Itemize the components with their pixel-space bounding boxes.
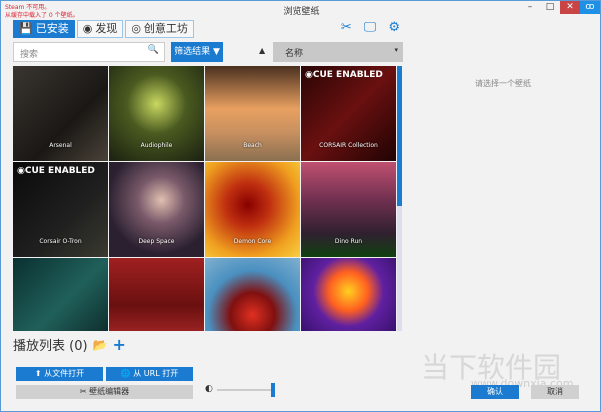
cue-enabled-logo: ◉CUE ENABLED — [17, 166, 95, 176]
preview-placeholder: 请选择一个壁纸 — [475, 79, 531, 88]
chevron-down-icon: ▾ — [394, 46, 398, 54]
wallpaper-tile[interactable] — [205, 258, 300, 331]
cancel-button[interactable]: 取消 — [531, 385, 579, 399]
wallpaper-editor-button[interactable]: ✂ 壁纸编辑器 — [16, 385, 193, 399]
slider-thumb[interactable] — [271, 383, 275, 397]
wallpaper-name: Demon Core — [233, 238, 272, 245]
open-from-url-button[interactable]: 🌐 从 URL 打开 — [106, 367, 193, 381]
wallpaper-tile[interactable]: Dino Run — [301, 162, 396, 257]
open-from-file-button[interactable]: ⬆ 从文件打开 — [16, 367, 103, 381]
window-title: 浏览壁纸 — [283, 7, 320, 17]
wallpaper-tile[interactable]: Demon Core — [205, 162, 300, 257]
wallpaper-tile[interactable]: Audiophile — [109, 66, 204, 161]
wallpaper-name: Beach — [243, 142, 262, 149]
wallpaper-tile[interactable]: Arsenal — [13, 66, 108, 161]
tab-workshop[interactable]: ◎ 创意工坊 — [125, 20, 194, 38]
add-icon[interactable]: + — [113, 335, 126, 354]
toolbar-icons: ✂ 🖵 ⚙ — [341, 20, 400, 35]
discover-icon: ◉ — [82, 22, 93, 35]
tab-label: 发现 — [95, 22, 118, 35]
wallpaper-tile[interactable]: Deep Space — [109, 162, 204, 257]
search-placeholder: 搜索 — [20, 50, 39, 60]
playlist-header: 播放列表 (0) 📂 + — [13, 335, 126, 354]
search-input[interactable]: 搜索 🔍 — [13, 42, 165, 62]
wallpaper-name: Deep Space — [138, 238, 175, 245]
scrollbar-thumb[interactable] — [397, 66, 402, 206]
grid-scrollbar[interactable] — [397, 66, 402, 331]
wallpaper-tile[interactable]: ◉CUE ENABLED Corsair O-Tron — [13, 162, 108, 257]
tab-label: 创意工坊 — [143, 22, 188, 35]
wallpaper-tile[interactable]: Beach — [205, 66, 300, 161]
close-button[interactable]: ✕ — [560, 1, 580, 14]
browse-wallpaper-window: Steam 不可用。 从缓存中载入了 0 个壁纸。 浏览壁纸 – □ ✕ ꝏ 💾… — [0, 0, 601, 412]
wallpaper-tile[interactable] — [109, 258, 204, 331]
steam-icon: ◎ — [131, 22, 141, 35]
save-icon: 💾 — [19, 22, 33, 35]
wallpaper-name: Corsair O-Tron — [39, 238, 82, 245]
folder-open-icon[interactable]: 📂 — [93, 338, 108, 352]
wallpaper-grid: Arsenal Audiophile Beach ◉CUE ENABLED CORSAI… — [13, 66, 396, 331]
tab-bar: 💾 已安装 ◉ 发现 ◎ 创意工坊 — [13, 20, 194, 38]
sort-value: 名称 — [285, 49, 304, 59]
gear-icon[interactable]: ⚙ — [388, 20, 400, 35]
wallpaper-tile[interactable] — [13, 258, 108, 331]
wallpaper-name: Arsenal — [49, 142, 72, 149]
tab-label: 已安装 — [35, 22, 69, 35]
badge-icon: ꝏ — [580, 1, 600, 14]
wallpaper-tile[interactable]: ◉CUE ENABLED CORSAIR Collection — [301, 66, 396, 161]
maximize-button[interactable]: □ — [540, 1, 560, 14]
brightness-icon: ◐ — [205, 384, 213, 394]
search-icon[interactable]: 🔍 — [148, 45, 159, 55]
confirm-button[interactable]: 确认 — [471, 385, 519, 399]
brightness-slider[interactable]: ◐ — [205, 383, 277, 397]
editor-tools-icon[interactable]: ✂ — [341, 20, 352, 35]
cue-enabled-logo: ◉CUE ENABLED — [305, 70, 383, 80]
slider-track[interactable] — [217, 389, 275, 391]
tab-discover[interactable]: ◉ 发现 — [76, 20, 124, 38]
sort-select[interactable]: 名称 ▾ — [273, 42, 403, 62]
wallpaper-name: Dino Run — [334, 238, 363, 245]
wallpaper-tile[interactable] — [301, 258, 396, 331]
monitor-icon[interactable]: 🖵 — [364, 20, 377, 35]
minimize-button[interactable]: – — [520, 1, 540, 14]
wallpaper-name: CORSAIR Collection — [319, 142, 378, 149]
playlist-label: 播放列表 (0) — [13, 339, 88, 354]
filter-button[interactable]: 筛选结果 ▼ — [171, 42, 223, 62]
wallpaper-name: Audiophile — [140, 142, 173, 149]
window-controls: – □ ✕ ꝏ — [520, 1, 600, 14]
sort-direction-button[interactable]: ▲ — [259, 46, 265, 55]
tab-installed[interactable]: 💾 已安装 — [13, 20, 75, 38]
